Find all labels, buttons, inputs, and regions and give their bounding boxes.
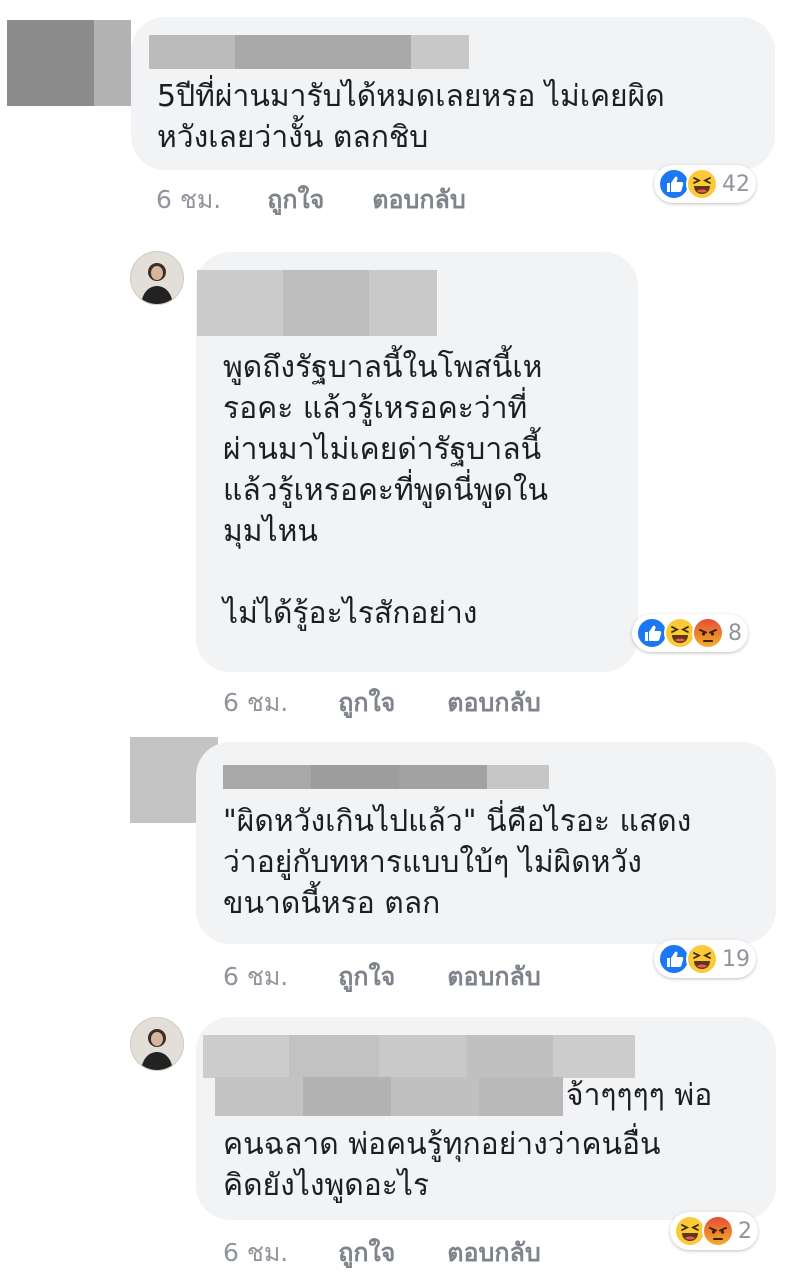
tagged-name[interactable] bbox=[215, 1077, 563, 1116]
reply-button[interactable]: ตอบกลับ bbox=[447, 957, 540, 997]
profile-photo bbox=[131, 252, 183, 304]
like-button[interactable]: ถูกใจ bbox=[338, 683, 395, 723]
comment-time[interactable]: 6 ชม. bbox=[223, 683, 288, 723]
comment-actions: 6 ชม. ถูกใจ ตอบกลับ bbox=[156, 180, 466, 220]
angry-icon bbox=[702, 1215, 734, 1247]
like-button[interactable]: ถูกใจ bbox=[267, 180, 324, 220]
reply-button[interactable]: ตอบกลับ bbox=[372, 180, 465, 220]
commenter-name[interactable] bbox=[203, 1035, 635, 1078]
reaction-count: 8 bbox=[728, 620, 742, 646]
profile-photo bbox=[131, 1018, 183, 1070]
angry-icon bbox=[692, 617, 724, 649]
reply-button[interactable]: ตอบกลับ bbox=[447, 1233, 540, 1273]
comment-actions: 6 ชม. ถูกใจ ตอบกลับ bbox=[223, 1233, 541, 1273]
avatar[interactable] bbox=[130, 251, 184, 305]
reaction-count: 2 bbox=[738, 1218, 752, 1244]
reaction-count: 19 bbox=[722, 946, 750, 972]
haha-icon bbox=[686, 168, 718, 200]
reply-button[interactable]: ตอบกลับ bbox=[447, 683, 540, 723]
comment-text-first-line: จ้าๆๆๆๆ พ่อ bbox=[566, 1078, 713, 1113]
reaction-summary[interactable]: 2 bbox=[670, 1212, 758, 1250]
like-button[interactable]: ถูกใจ bbox=[338, 1233, 395, 1273]
commenter-name[interactable] bbox=[149, 35, 469, 69]
comment-actions: 6 ชม. ถูกใจ ตอบกลับ bbox=[223, 683, 541, 723]
reaction-summary[interactable]: 19 bbox=[654, 940, 756, 978]
comment-text: 5ปีที่ผ่านมารับได้หมดเลยหรอ ไม่เคยผิด หว… bbox=[157, 79, 665, 155]
comment-text: คนฉลาด พ่อคนรู้ทุกอย่างว่าคนอื่น คิดยังไ… bbox=[223, 1127, 661, 1203]
avatar[interactable] bbox=[130, 1017, 184, 1071]
comment-time[interactable]: 6 ชม. bbox=[156, 180, 221, 220]
avatar[interactable] bbox=[7, 20, 131, 106]
haha-icon bbox=[686, 943, 718, 975]
comment-time[interactable]: 6 ชม. bbox=[223, 1233, 288, 1273]
like-button[interactable]: ถูกใจ bbox=[338, 957, 395, 997]
comment-text: พูดถึงรัฐบาลนี้ในโพสนี้เห รอคะ แล้วรู้เห… bbox=[223, 350, 548, 631]
reaction-count: 42 bbox=[722, 171, 750, 197]
commenter-name[interactable] bbox=[223, 765, 549, 789]
comment-time[interactable]: 6 ชม. bbox=[223, 957, 288, 997]
reaction-summary[interactable]: 8 bbox=[632, 614, 748, 652]
comment-actions: 6 ชม. ถูกใจ ตอบกลับ bbox=[223, 957, 541, 997]
comment-text: "ผิดหวังเกินไปแล้ว" นี่คือไรอะ แสดง ว่าอ… bbox=[223, 804, 692, 921]
reaction-summary[interactable]: 42 bbox=[654, 165, 756, 203]
commenter-name[interactable] bbox=[197, 270, 437, 336]
